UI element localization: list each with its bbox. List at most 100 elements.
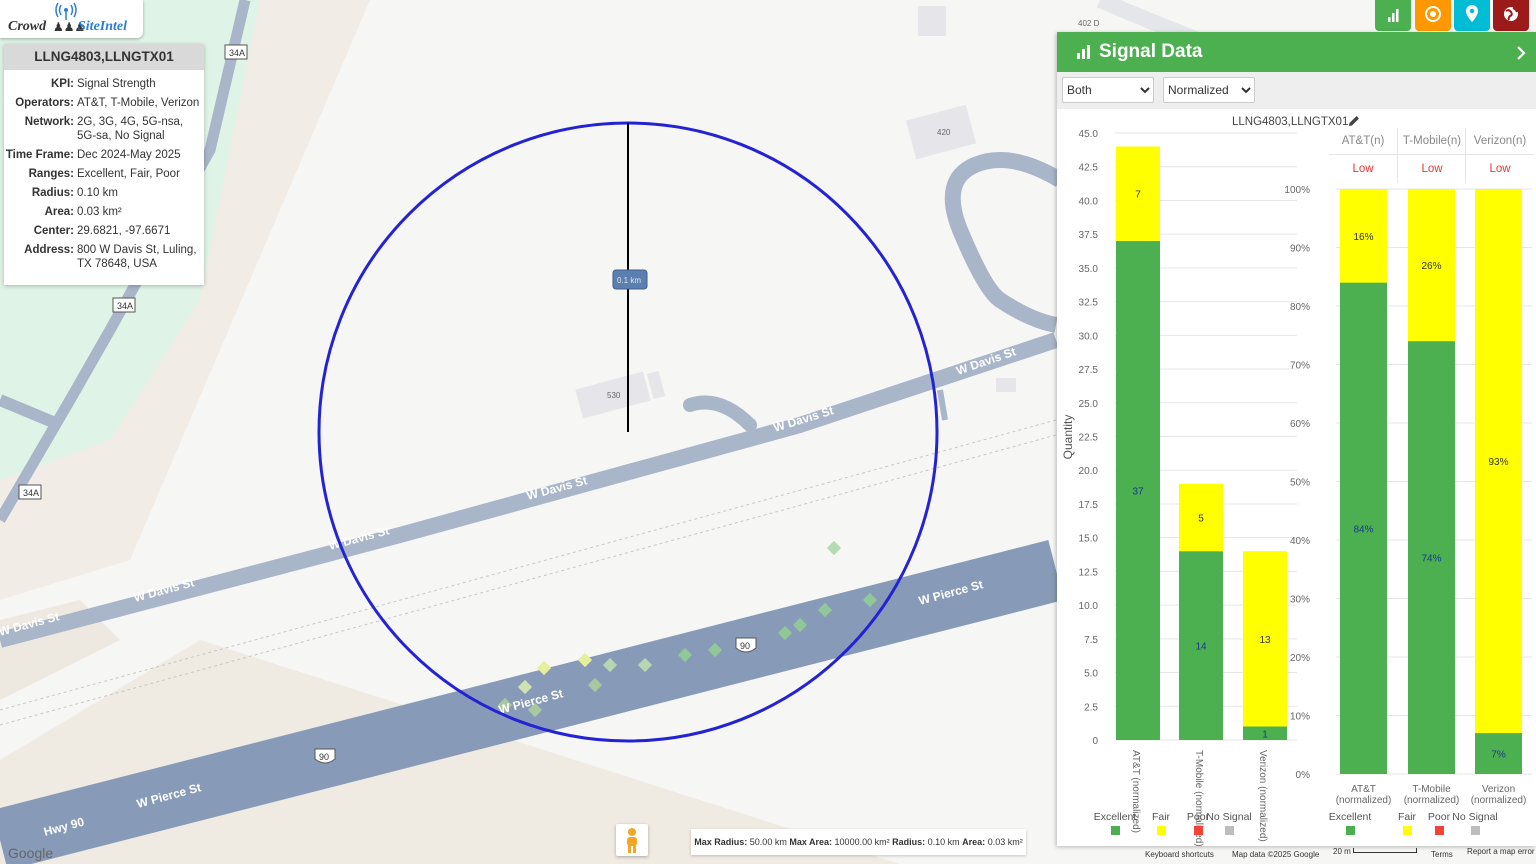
building-number: 420 (937, 128, 951, 137)
area-label: Area: (962, 837, 986, 847)
location-pin-button[interactable] (1454, 0, 1490, 31)
data-label: 7 (1135, 190, 1141, 201)
x-category-label: Verizon (normalized) (1257, 750, 1268, 842)
info-row: Ranges: Excellent, Fair, Poor (4, 165, 204, 184)
info-row: KPI: Signal Strength (4, 75, 204, 94)
y-tick-label: 20% (1290, 653, 1310, 664)
info-key: Radius: (31, 187, 74, 199)
info-row: Center: 29.6821, -97.6671 (4, 222, 204, 241)
info-value: Excellent, Fair, Poor (77, 168, 180, 180)
scale-bar (1353, 848, 1417, 853)
route-shield: 34A (117, 301, 133, 311)
y-tick-label: 50% (1290, 478, 1310, 489)
y-tick-label: 100% (1284, 185, 1310, 196)
info-key: Address: (24, 244, 74, 256)
coverage-target-button[interactable] (1415, 0, 1451, 31)
legend-label: Poor (1428, 811, 1451, 823)
legend-swatch (1157, 826, 1166, 835)
legend-swatch (1403, 826, 1412, 835)
keyboard-shortcuts-link[interactable]: Keyboard shortcuts (1145, 850, 1214, 859)
y-tick-label: 10.0 (1079, 601, 1099, 612)
legend-swatch (1111, 826, 1120, 835)
legend-label: Fair (1398, 811, 1417, 823)
scale-text: 20 m (1333, 847, 1351, 856)
route-shield: 34A (229, 48, 245, 58)
data-label: 93% (1488, 457, 1508, 468)
info-key: Time Frame: (5, 149, 74, 161)
info-key: Network: (24, 116, 74, 128)
y-tick-label: 30.0 (1079, 331, 1099, 342)
y-tick-label: 15.0 (1079, 534, 1099, 545)
building-number: 530 (607, 391, 621, 400)
info-value: AT&T, T-Mobile, Verizon (77, 97, 200, 109)
target-icon (1425, 6, 1441, 22)
terms-link[interactable]: Terms (1431, 850, 1453, 859)
legend-swatch (1471, 826, 1480, 835)
y-tick-label: 2.5 (1084, 702, 1098, 713)
crowdsiteintel-logo[interactable]: Crowd ♟♟♟ SiteIntel (0, 0, 143, 38)
info-row: Network: 2G, 3G, 4G, 5G-nsa, 5G-sa, No Si… (4, 113, 204, 146)
data-label: 37 (1132, 486, 1144, 497)
radius-label: 0.1 km (617, 276, 641, 285)
info-value: 800 W Davis St, Luling, TX 78648, USA (77, 244, 197, 270)
data-label: 16% (1353, 232, 1373, 243)
max-radius-value: 50.00 km (749, 837, 787, 847)
radius-value: 0.10 km (927, 837, 960, 847)
y-tick-label: 32.5 (1079, 298, 1099, 309)
info-row: Time Frame: Dec 2024-May 2025 (4, 146, 204, 165)
map-data-text: Map data ©2025 Google (1232, 850, 1320, 859)
data-label: 84% (1353, 524, 1373, 535)
globe-icon (1504, 7, 1518, 21)
y-tick-label: 90% (1290, 244, 1310, 255)
info-row: Area: 0.03 km² (4, 203, 204, 222)
y-tick-label: 37.5 (1079, 230, 1099, 241)
y-tick-label: 0% (1296, 770, 1311, 781)
info-value: 2G, 3G, 4G, 5G-nsa, 5G-sa, No Signal (77, 116, 184, 142)
logo-text-crowd: Crowd (8, 19, 47, 34)
bar-chart-icon (1388, 9, 1399, 22)
report-map-error-link[interactable]: Report a map error (1467, 847, 1535, 856)
route-shield: 90 (319, 752, 329, 762)
street-view-pegman[interactable] (616, 824, 648, 856)
signal-data-panel: Signal Data Both Normalized LLNG4803,LLN… (1057, 32, 1536, 846)
info-key: KPI: (51, 78, 74, 90)
max-area-value: 10000.00 km² (834, 837, 890, 847)
info-value: Signal Strength (77, 78, 156, 90)
info-value: 0.03 km² (77, 206, 122, 218)
info-key: Ranges: (28, 168, 74, 180)
info-row: Radius: 0.10 km (4, 184, 204, 203)
legend-label: Fair (1152, 811, 1171, 823)
route-shield: 90 (740, 641, 750, 651)
legend-swatch (1346, 826, 1355, 835)
site-info-title: LLNG4803,LLNGTX01 (4, 44, 204, 70)
y-tick-label: 25.0 (1079, 399, 1099, 410)
y-tick-label: 27.5 (1079, 365, 1099, 376)
legend-swatch (1435, 826, 1444, 835)
building-number: 402 D (1078, 19, 1100, 28)
max-radius-label: Max Radius: (694, 837, 748, 847)
info-value: Dec 2024-May 2025 (77, 149, 181, 161)
globe-button[interactable] (1493, 0, 1529, 31)
y-tick-label: 30% (1290, 595, 1310, 606)
y-tick-label: 40% (1290, 536, 1310, 547)
google-logo: Google (8, 845, 53, 861)
y-tick-label: 22.5 (1079, 433, 1099, 444)
x-category-label: T-Mobile (normalized) (1404, 784, 1460, 806)
x-category-label: AT&T (normalized) (1336, 784, 1392, 806)
y-tick-label: 5.0 (1084, 669, 1098, 680)
data-label: 5 (1198, 513, 1204, 524)
info-key: Area: (44, 206, 74, 218)
y-tick-label: 45.0 (1079, 129, 1099, 140)
x-category-label: Verizon (normalized) (1471, 784, 1527, 806)
y-tick-label: 7.5 (1084, 635, 1098, 646)
data-label: 14 (1195, 642, 1207, 653)
signal-data-button[interactable] (1375, 0, 1411, 31)
y-tick-label: 20.0 (1079, 466, 1099, 477)
signal-charts: 0 2.5 5.0 7.5 10.0 12.5 15.0 17.5 20.0 22.5 25.0 27… (1061, 129, 1532, 846)
info-row: Address: 800 W Davis St, Luling, TX 78648… (4, 241, 204, 274)
y-tick-label: 60% (1290, 419, 1310, 430)
legend-label: No Signal (1206, 811, 1252, 823)
route-shield: 34A (23, 488, 39, 498)
y-tick-label: 40.0 (1079, 196, 1099, 207)
pegman-icon (627, 828, 637, 853)
